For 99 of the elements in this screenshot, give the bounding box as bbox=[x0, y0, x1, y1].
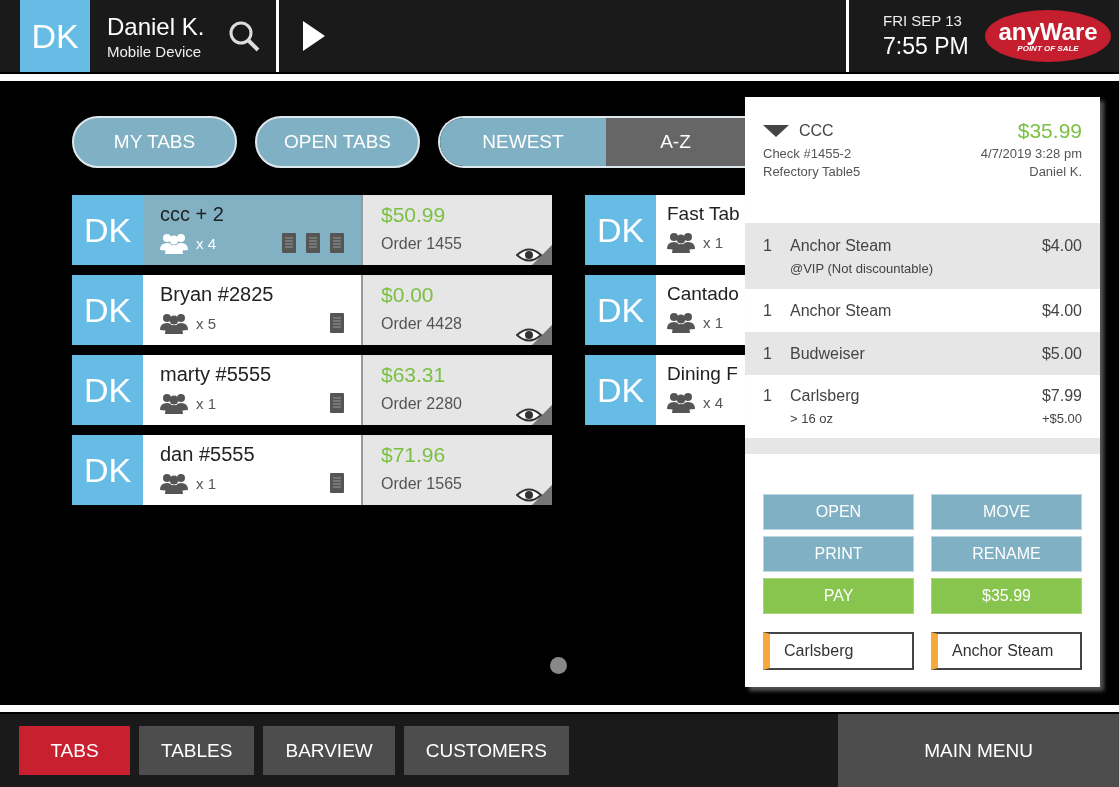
receipt-icon bbox=[282, 233, 296, 253]
main-menu-button[interactable]: MAIN MENU bbox=[838, 714, 1119, 787]
logo: anyWare POINT OF SALE bbox=[985, 10, 1111, 62]
order-number: Order 4428 bbox=[381, 315, 463, 333]
receipt-icon bbox=[330, 393, 344, 413]
guest-count: x 1 bbox=[196, 394, 216, 412]
tab-name: Dining F bbox=[667, 363, 739, 385]
server-name: Daniel K. bbox=[1029, 164, 1082, 179]
nav-tab[interactable]: CUSTOMERS bbox=[403, 726, 569, 775]
tab-card[interactable]: ccc + 2 x 4 bbox=[143, 195, 363, 265]
receipt-icon bbox=[330, 233, 344, 253]
tab-name: marty #5555 bbox=[160, 363, 273, 386]
page-dot[interactable] bbox=[550, 657, 567, 674]
item-quantity: 1 bbox=[763, 344, 773, 363]
server-avatar: DK bbox=[585, 195, 656, 265]
guest-count: x 4 bbox=[196, 234, 216, 252]
nav-tab[interactable]: BARVIEW bbox=[263, 726, 395, 775]
order-number: Order 2280 bbox=[381, 395, 463, 413]
play-icon[interactable] bbox=[303, 21, 325, 51]
item-price: $4.00 bbox=[1041, 236, 1082, 255]
order-item-row[interactable]: 1 Anchor Steam $4.00 @VIP (Not discountable) bbox=[745, 223, 1100, 289]
item-name: Anchor Steam bbox=[790, 236, 893, 255]
device-label: Mobile Device bbox=[107, 42, 203, 60]
quick-item-button[interactable]: Carlsberg bbox=[763, 632, 914, 670]
item-modifier: @VIP (Not discountable) bbox=[790, 260, 935, 276]
date-label: FRI SEP 13 bbox=[883, 12, 963, 29]
modifier-price: +$5.00 bbox=[1041, 411, 1082, 426]
user-avatar: DK bbox=[20, 0, 90, 72]
people-icon bbox=[160, 232, 188, 254]
guest-count: x 4 bbox=[703, 393, 723, 411]
time-label: 7:55 PM bbox=[883, 33, 970, 60]
order-summary[interactable]: $50.99 Order 1455 bbox=[363, 195, 552, 265]
eye-icon[interactable] bbox=[516, 405, 552, 425]
tab-card[interactable]: marty #5555 x 1 bbox=[143, 355, 363, 425]
order-item-row[interactable]: 1 Anchor Steam $4.00 bbox=[745, 289, 1100, 332]
people-icon bbox=[667, 311, 695, 333]
tab-total: $71.96 bbox=[381, 443, 447, 467]
tab-total: $63.31 bbox=[381, 363, 447, 387]
item-name: Budweiser bbox=[790, 344, 866, 363]
item-price: $7.99 bbox=[1041, 387, 1082, 405]
check-total: $35.99 bbox=[1017, 119, 1082, 143]
guest-count: x 1 bbox=[703, 233, 723, 251]
people-icon bbox=[667, 231, 695, 253]
order-number: Order 1565 bbox=[381, 475, 463, 493]
order-number: Order 1455 bbox=[381, 235, 463, 253]
check-number: Check #1455-2 bbox=[763, 146, 852, 161]
check-datetime: 4/7/2019 3:28 pm bbox=[980, 146, 1082, 161]
tab-total: $50.99 bbox=[381, 203, 447, 227]
receipt-icon bbox=[330, 313, 344, 333]
item-price: $4.00 bbox=[1041, 301, 1082, 320]
tab-name: Bryan #2825 bbox=[160, 283, 275, 306]
nav-tab[interactable]: TABLES bbox=[139, 726, 255, 775]
server-avatar: DK bbox=[72, 195, 143, 265]
order-summary[interactable]: $0.00 Order 4428 bbox=[363, 275, 552, 345]
item-modifier: > 16 oz bbox=[790, 411, 834, 426]
tab-card[interactable]: Bryan #2825 x 5 bbox=[143, 275, 363, 345]
server-avatar: DK bbox=[72, 275, 143, 345]
receipt-icon bbox=[330, 473, 344, 493]
order-summary[interactable]: $63.31 Order 2280 bbox=[363, 355, 552, 425]
tab-name: ccc + 2 bbox=[160, 203, 225, 226]
eye-icon[interactable] bbox=[516, 325, 552, 345]
guest-count: x 1 bbox=[703, 313, 723, 331]
order-summary[interactable]: $71.96 Order 1565 bbox=[363, 435, 552, 505]
eye-icon[interactable] bbox=[516, 245, 552, 265]
tab-card[interactable]: Cantado x 1 bbox=[656, 275, 745, 345]
people-icon bbox=[160, 312, 188, 334]
item-name: Anchor Steam bbox=[790, 301, 893, 320]
user-name: Daniel K. bbox=[107, 12, 206, 41]
quick-item-button[interactable]: Anchor Steam bbox=[931, 632, 1082, 670]
tab-name: Fast Tab bbox=[667, 203, 741, 225]
eye-icon[interactable] bbox=[516, 485, 552, 505]
item-name: Carlsberg bbox=[790, 387, 861, 405]
tab-card[interactable]: dan #5555 x 1 bbox=[143, 435, 363, 505]
guest-count: x 1 bbox=[196, 474, 216, 492]
item-quantity: 1 bbox=[763, 301, 773, 320]
check-name: CCC bbox=[799, 122, 834, 140]
table-name: Refectory Table5 bbox=[763, 164, 861, 179]
tab-card[interactable]: Fast Tab x 1 bbox=[656, 195, 745, 265]
people-icon bbox=[160, 392, 188, 414]
tab-total: $0.00 bbox=[381, 283, 435, 307]
guest-count: x 5 bbox=[196, 314, 216, 332]
server-avatar: DK bbox=[585, 355, 656, 425]
tab-name: Cantado bbox=[667, 283, 740, 305]
server-avatar: DK bbox=[72, 435, 143, 505]
receipt-icon bbox=[306, 233, 320, 253]
people-icon bbox=[667, 391, 695, 413]
people-icon bbox=[160, 472, 188, 494]
item-price: $5.00 bbox=[1041, 344, 1082, 363]
nav-tab[interactable]: TABS bbox=[19, 726, 130, 775]
tab-name: dan #5555 bbox=[160, 443, 256, 466]
server-avatar: DK bbox=[72, 355, 143, 425]
sort-tab[interactable]: A-Z bbox=[606, 118, 745, 166]
server-avatar: DK bbox=[585, 275, 656, 345]
order-item-row[interactable]: 1 Budweiser $5.00 bbox=[745, 332, 1100, 375]
item-quantity: 1 bbox=[763, 387, 773, 405]
item-quantity: 1 bbox=[763, 236, 773, 255]
tab-card[interactable]: Dining F x 4 bbox=[656, 355, 745, 425]
collapse-icon[interactable] bbox=[763, 125, 789, 137]
order-item-row[interactable]: 1 Carlsberg $7.99 > 16 oz +$5.00 bbox=[745, 375, 1100, 438]
